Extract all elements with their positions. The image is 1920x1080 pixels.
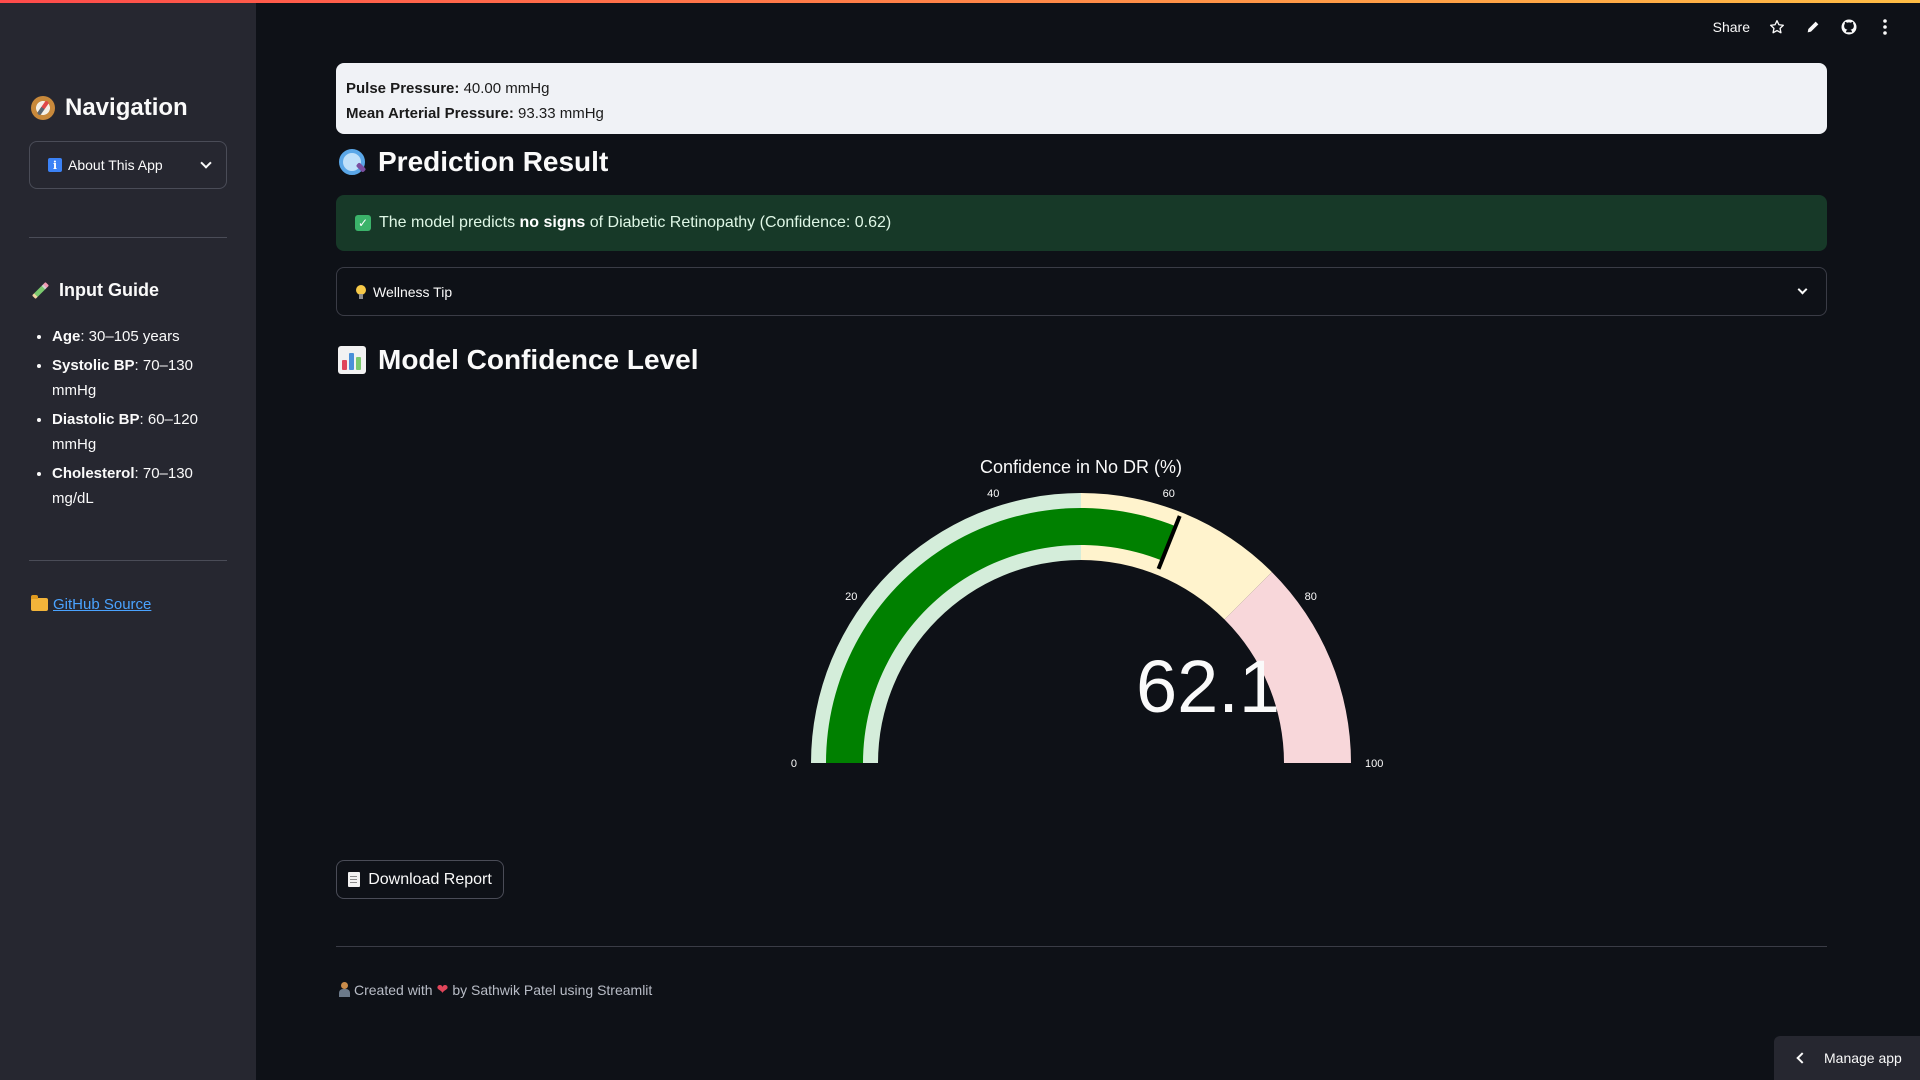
- gauge-tick-label: 20: [845, 591, 857, 603]
- compass-icon: [31, 96, 55, 120]
- wellness-tip-expander[interactable]: Wellness Tip: [336, 267, 1827, 316]
- github-source-link-row: GitHub Source: [31, 595, 151, 613]
- page-select[interactable]: i About This App: [29, 141, 227, 189]
- prediction-message-prefix: The model predicts: [379, 214, 520, 231]
- mean-arterial-pressure-value: 93.33 mmHg: [513, 105, 604, 122]
- gauge-svg: Confidence in No DR (%) 0 20 40 60 80 100 62.…: [791, 457, 1383, 770]
- navigation-title: Navigation: [65, 94, 188, 121]
- gauge-value-label: 62.1: [1136, 645, 1280, 728]
- prediction-result-heading: Prediction Result: [338, 146, 608, 178]
- lightbulb-icon: [356, 284, 366, 299]
- download-report-label: Download Report: [368, 870, 492, 888]
- pencil-icon: [31, 282, 49, 300]
- pressure-info-box: Pulse Pressure: 40.00 mmHg Mean Arterial…: [336, 63, 1827, 134]
- info-icon: i: [48, 158, 62, 172]
- guide-item-label: Diastolic BP: [52, 411, 140, 428]
- pulse-pressure-label: Pulse Pressure:: [346, 80, 460, 97]
- guide-item-label: Age: [52, 328, 81, 345]
- person-icon: [338, 982, 350, 997]
- chevron-down-icon: [200, 157, 212, 169]
- gauge-tick-label: 80: [1305, 591, 1317, 603]
- guide-item-diastolic: Diastolic BP: 60–120 mmHg: [52, 407, 222, 457]
- confidence-heading: Model Confidence Level: [338, 344, 699, 376]
- input-guide-title: Input Guide: [59, 280, 159, 300]
- github-source-link[interactable]: GitHub Source: [53, 596, 151, 613]
- input-guide-list: Age: 30–105 years Systolic BP: 70–130 mm…: [52, 324, 222, 515]
- footer: Created with ❤ by Sathwik Patel using St…: [338, 981, 652, 998]
- gauge-tick-label: 0: [791, 758, 797, 770]
- mean-arterial-pressure-line: Mean Arterial Pressure: 93.33 mmHg: [346, 101, 1817, 126]
- pencil-icon[interactable]: [1804, 18, 1822, 36]
- prediction-success-alert: ✓ The model predicts no signs of Diabeti…: [336, 195, 1827, 251]
- prediction-message-bold: no signs: [519, 214, 586, 231]
- guide-item-systolic: Systolic BP: 70–130 mmHg: [52, 353, 222, 403]
- pulse-pressure-line: Pulse Pressure: 40.00 mmHg: [346, 76, 1817, 101]
- manage-app-label: Manage app: [1824, 1050, 1902, 1066]
- guide-item-cholesterol: Cholesterol: 70–130 mg/dL: [52, 461, 222, 511]
- share-button[interactable]: Share: [1713, 19, 1750, 35]
- page-select-value: About This App: [68, 157, 163, 173]
- mean-arterial-pressure-label: Mean Arterial Pressure:: [346, 105, 514, 122]
- folder-icon: [31, 595, 48, 611]
- sidebar: Navigation i About This App Input Guide …: [0, 0, 256, 1080]
- guide-item-age: Age: 30–105 years: [52, 324, 222, 349]
- github-icon[interactable]: [1840, 18, 1858, 36]
- wellness-tip-label: Wellness Tip: [373, 283, 453, 300]
- gauge-tick-label: 40: [987, 488, 999, 500]
- confidence-gauge: Confidence in No DR (%) 0 20 40 60 80 100 62.…: [336, 440, 1827, 800]
- gauge-tick-label: 60: [1163, 488, 1175, 500]
- navigation-heading: Navigation: [31, 94, 188, 122]
- magnifier-icon: [338, 148, 366, 176]
- guide-item-label: Cholesterol: [52, 465, 135, 482]
- chevron-down-icon: [1797, 284, 1808, 295]
- chevron-left-icon: [1796, 1052, 1808, 1064]
- sidebar-divider: [29, 237, 227, 238]
- footer-suffix: by Sathwik Patel using Streamlit: [452, 981, 653, 998]
- check-icon: ✓: [355, 215, 371, 231]
- more-vertical-icon[interactable]: [1876, 18, 1894, 36]
- main-divider: [336, 946, 1827, 947]
- pulse-pressure-value: 40.00 mmHg: [459, 80, 550, 97]
- prediction-message: The model predicts no signs of Diabetic …: [379, 214, 891, 232]
- footer-prefix: Created with: [354, 981, 433, 998]
- sidebar-divider: [29, 560, 227, 561]
- bar-chart-icon: [338, 346, 366, 374]
- gauge-title: Confidence in No DR (%): [980, 457, 1182, 477]
- manage-app-button[interactable]: Manage app: [1774, 1036, 1920, 1080]
- guide-item-value: : 30–105 years: [80, 328, 180, 345]
- gauge-tick-label: 100: [1365, 758, 1383, 770]
- input-guide-heading: Input Guide: [31, 280, 159, 301]
- star-icon[interactable]: [1768, 18, 1786, 36]
- download-report-button[interactable]: Download Report: [336, 860, 504, 899]
- document-icon: [348, 872, 361, 887]
- header-toolbar: Share: [1713, 18, 1894, 36]
- top-decoration-line: [0, 0, 1920, 3]
- confidence-title: Model Confidence Level: [378, 344, 699, 375]
- prediction-message-suffix: of Diabetic Retinopathy (Confidence: 0.6…: [585, 214, 892, 231]
- prediction-result-title: Prediction Result: [378, 146, 609, 177]
- guide-item-label: Systolic BP: [52, 357, 135, 374]
- heart-icon: ❤: [436, 981, 449, 997]
